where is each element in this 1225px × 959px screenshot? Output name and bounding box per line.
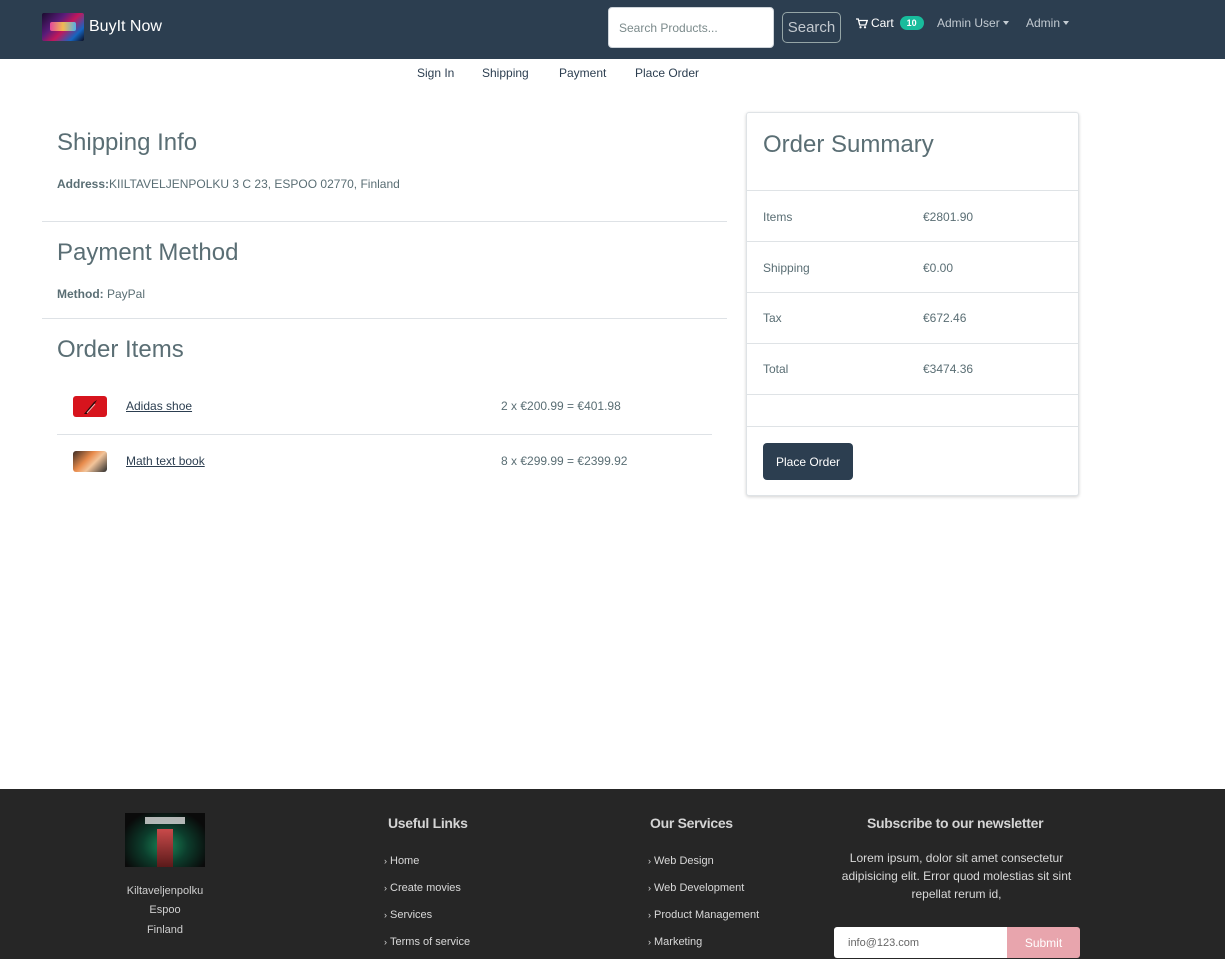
brand-name: BuyIt Now	[89, 18, 162, 35]
method-value: PayPal	[107, 287, 146, 301]
checkout-steps: Sign In Shipping Payment Place Order	[0, 66, 1225, 82]
footer-link-services[interactable]: › Services	[384, 909, 432, 921]
footer-logo-image	[125, 813, 205, 867]
footer-link-label: Create movies	[390, 882, 461, 894]
divider	[57, 434, 712, 435]
brand-logo	[42, 13, 84, 41]
user-menu-label: Admin User	[937, 16, 1000, 30]
footer-link-label: Terms of service	[390, 936, 471, 948]
search-input[interactable]	[608, 7, 774, 48]
footer-service-web-development[interactable]: › Web Development	[648, 882, 744, 894]
top-navbar: BuyIt Now Search Cart 10 Admin User Admi…	[0, 0, 1225, 59]
cart-link[interactable]: Cart 10	[856, 16, 924, 30]
summary-shipping-value: €0.00	[923, 261, 954, 275]
step-place-order[interactable]: Place Order	[635, 66, 699, 80]
footer-link-label: Product Management	[654, 909, 760, 921]
brand-link[interactable]: BuyIt Now	[42, 13, 162, 41]
newsletter-submit-button[interactable]: Submit	[1007, 927, 1080, 958]
divider	[42, 221, 727, 222]
caret-down-icon	[1063, 21, 1070, 25]
address-value: KIILTAVELJENPOLKU 3 C 23, ESPOO 02770, F…	[109, 177, 400, 191]
order-summary-card: Order Summary Items €2801.90 Shipping €0…	[746, 112, 1079, 496]
our-services-title: Our Services	[650, 815, 733, 831]
address-label: Address:	[57, 177, 110, 191]
book-image	[73, 451, 107, 472]
user-menu-dropdown[interactable]: Admin User	[937, 16, 1009, 30]
admin-menu-label: Admin	[1026, 16, 1061, 30]
newsletter-email-input[interactable]	[834, 927, 1007, 958]
footer-service-product-management[interactable]: › Product Management	[648, 909, 759, 921]
useful-links-title: Useful Links	[388, 815, 468, 831]
step-shipping[interactable]: Shipping	[482, 66, 529, 80]
divider	[747, 394, 1078, 395]
shopping-cart-icon	[856, 17, 868, 28]
summary-tax-label: Tax	[763, 311, 782, 325]
footer-link-label: Home	[390, 855, 420, 867]
chevron-right-icon: ›	[648, 937, 651, 947]
newsletter-text: Lorem ipsum, dolor sit amet consectetur …	[841, 851, 1072, 901]
step-payment[interactable]: Payment	[559, 66, 606, 80]
footer-link-label: Web Development	[654, 882, 745, 894]
order-items-title: Order Items	[57, 336, 184, 363]
footer-link-create-movies[interactable]: › Create movies	[384, 882, 461, 894]
method-label: Method:	[57, 287, 104, 301]
payment-method: Method: PayPal	[57, 287, 145, 301]
site-footer: Kiltaveljenpolku Espoo Finland Useful Li…	[0, 789, 1225, 959]
divider	[42, 318, 727, 319]
order-item-row: Math text book 8 x €299.99 = €2399.92	[57, 440, 712, 488]
item-price-calc: 2 x €200.99 = €401.98	[501, 399, 621, 413]
chevron-right-icon: ›	[384, 910, 387, 920]
item-name-link[interactable]: Adidas shoe	[126, 399, 192, 413]
summary-total-value: €3474.36	[923, 362, 974, 376]
summary-total-label: Total	[763, 362, 789, 376]
footer-link-label: Marketing	[654, 936, 703, 948]
divider	[747, 426, 1078, 427]
chevron-right-icon: ›	[384, 883, 387, 893]
footer-link-label: Web Design	[654, 855, 714, 867]
footer-address-street: Kiltaveljenpolku	[126, 885, 204, 897]
footer-link-home[interactable]: › Home	[384, 855, 419, 867]
red-shoe-image	[73, 396, 107, 417]
step-sign-in[interactable]: Sign In	[417, 66, 454, 80]
divider	[747, 241, 1078, 242]
cart-count-badge: 10	[899, 16, 924, 30]
chevron-right-icon: ›	[648, 883, 651, 893]
footer-address-city: Espoo	[149, 904, 181, 916]
divider	[747, 190, 1078, 191]
divider	[747, 343, 1078, 344]
caret-down-icon	[1002, 21, 1009, 25]
footer-link-label: Services	[390, 909, 433, 921]
place-order-button[interactable]: Place Order	[763, 443, 853, 480]
payment-title: Payment Method	[57, 239, 239, 266]
search-button[interactable]: Search	[782, 12, 841, 43]
item-name-link[interactable]: Math text book	[126, 454, 205, 468]
chevron-right-icon: ›	[648, 856, 651, 866]
footer-service-marketing[interactable]: › Marketing	[648, 936, 702, 948]
chevron-right-icon: ›	[648, 910, 651, 920]
chevron-right-icon: ›	[384, 856, 387, 866]
order-item-row: Adidas shoe 2 x €200.99 = €401.98	[57, 385, 712, 433]
summary-shipping-label: Shipping	[763, 261, 810, 275]
summary-tax-value: €672.46	[923, 311, 967, 325]
newsletter-title: Subscribe to our newsletter	[867, 815, 1044, 831]
item-price-calc: 8 x €299.99 = €2399.92	[501, 454, 628, 468]
summary-items-value: €2801.90	[923, 210, 974, 224]
cart-label: Cart	[871, 16, 894, 30]
admin-menu-dropdown[interactable]: Admin	[1026, 16, 1070, 30]
divider	[747, 292, 1078, 293]
footer-address-country: Finland	[146, 924, 184, 936]
footer-service-web-design[interactable]: › Web Design	[648, 855, 714, 867]
shipping-title: Shipping Info	[57, 129, 198, 156]
shipping-address: Address:KIILTAVELJENPOLKU 3 C 23, ESPOO …	[57, 177, 400, 191]
chevron-right-icon: ›	[384, 937, 387, 947]
order-summary-title: Order Summary	[763, 131, 934, 158]
footer-link-terms[interactable]: › Terms of service	[384, 936, 470, 948]
summary-items-label: Items	[763, 210, 793, 224]
